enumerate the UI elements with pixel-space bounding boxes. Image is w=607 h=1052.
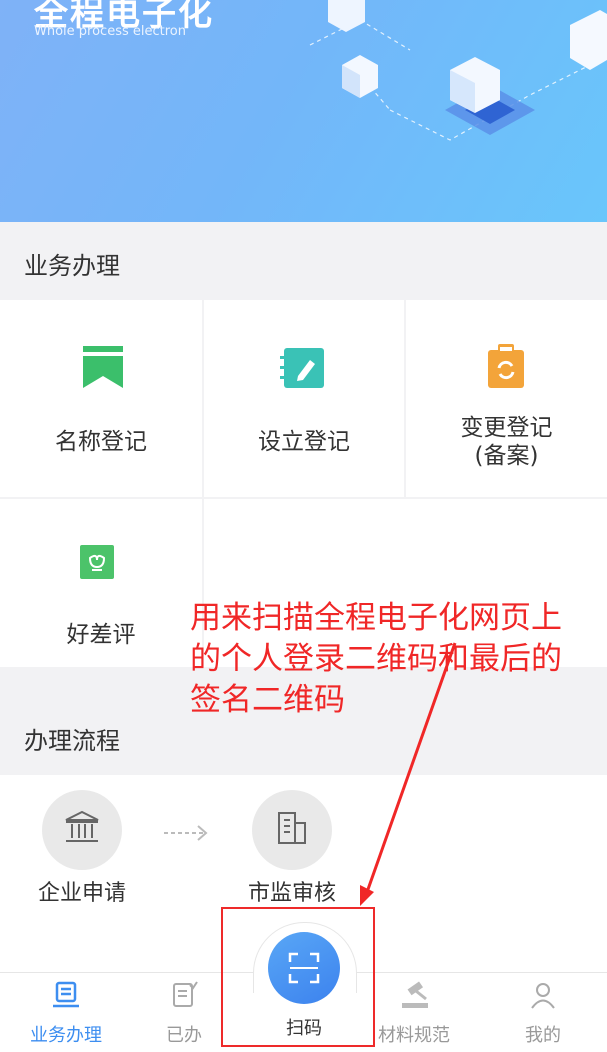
establishment-registration-label: 设立登记	[258, 429, 350, 455]
tab-done[interactable]: 已办	[134, 973, 234, 1052]
tab-done-label: 已办	[166, 1025, 202, 1046]
office-building-icon	[278, 812, 306, 844]
name-registration-label: 名称登记	[55, 429, 147, 455]
notebook-edit-icon	[280, 348, 324, 388]
tab-mine[interactable]: 我的	[493, 973, 593, 1052]
flow-step-1-circle	[42, 790, 122, 870]
bookmark-icon	[83, 346, 123, 388]
flower-badge-icon	[80, 545, 114, 579]
annotation-line-2: 的个人登录二维码和最后的	[190, 641, 562, 677]
flow-step-1-label: 企业申请	[37, 881, 126, 906]
list-document-icon	[53, 981, 79, 1008]
change-registration-tile[interactable]: 变更登记 (备案)	[406, 300, 607, 497]
process-heading: 办理流程	[24, 727, 120, 755]
government-building-icon	[65, 810, 99, 842]
flow-step-2-label: 市监审核	[247, 881, 336, 906]
annotation-line-3: 签名二维码	[190, 682, 345, 718]
rating-label: 好差评	[66, 622, 136, 648]
name-registration-tile[interactable]: 名称登记	[0, 300, 202, 497]
person-icon	[531, 983, 555, 1009]
header-banner: 全程电子化 Whole process electron	[0, 0, 607, 222]
gavel-icon	[402, 981, 428, 1008]
rating-tile[interactable]: 好差评	[0, 499, 202, 667]
clipboard-refresh-icon	[488, 344, 524, 388]
change-registration-label: 变更登记	[460, 415, 553, 441]
annotation-line-1: 用来扫描全程电子化网页上	[190, 600, 562, 636]
checklist-icon	[173, 981, 198, 1007]
tab-business-label: 业务办理	[30, 1025, 102, 1046]
tab-business[interactable]: 业务办理	[16, 973, 116, 1052]
flow-step-2-circle	[252, 790, 332, 870]
tab-materials-label: 材料规范	[378, 1025, 450, 1046]
business-section-header: 业务办理	[0, 222, 607, 300]
banner-subtitle: Whole process electron	[34, 24, 186, 39]
tab-mine-label: 我的	[525, 1025, 561, 1046]
arrow-right-icon	[164, 825, 208, 841]
highlight-box	[221, 907, 375, 1047]
establishment-registration-tile[interactable]: 设立登记	[204, 300, 404, 497]
cubes-illustration	[309, 0, 607, 141]
annotation-text: 用来扫描全程电子化网页上 的个人登录二维码和最后的 签名二维码	[190, 598, 607, 721]
tab-materials[interactable]: 材料规范	[364, 973, 464, 1052]
change-registration-sublabel: (备案)	[474, 443, 539, 469]
business-heading: 业务办理	[24, 252, 120, 280]
